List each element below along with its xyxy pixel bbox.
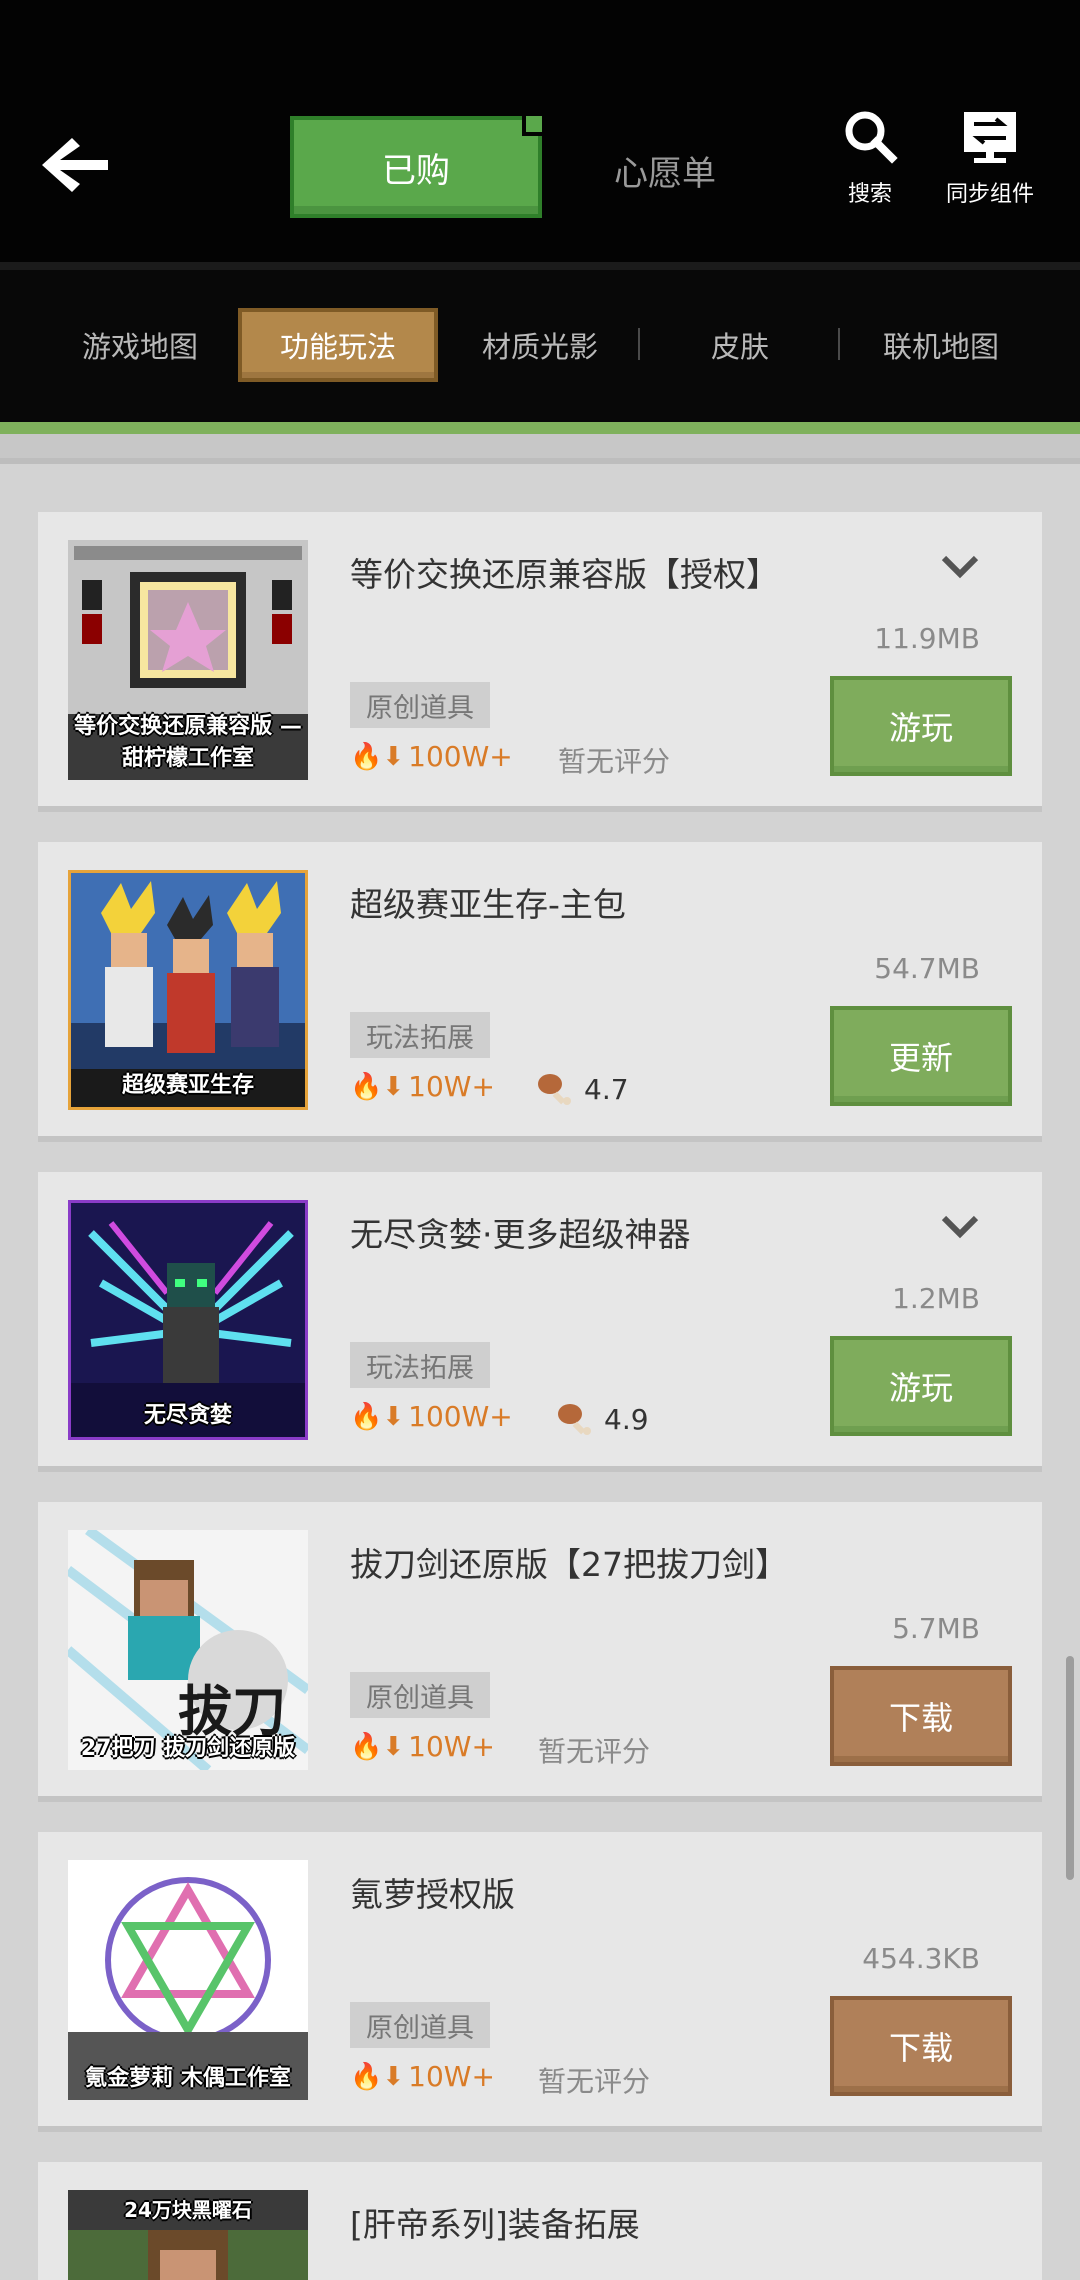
download-button[interactable]: 下载 [830,1996,1012,2096]
top-bar: 已购 心愿单 搜索 同步组件 [0,0,1080,262]
item-tag: 原创道具 [350,682,490,728]
item-thumbnail: 氪金萝莉 木偶工作室 [68,1860,308,2100]
rating-score: 4.7 [584,1072,629,1106]
tab-wishlist[interactable]: 心愿单 [580,140,750,200]
thumbnail-caption: 等价交换还原兼容版 —甜柠檬工作室 [74,714,302,771]
category-tab-multiplayer-maps[interactable]: 联机地图 [850,308,1032,382]
item-title: 等价交换还原兼容版【授权】 [350,555,779,594]
item-thumbnail: 24万块黑曜石 [68,2190,308,2280]
item-title: [肝帝系列]装备拓展 [350,2205,640,2244]
sync-label: 同步组件 [945,182,1034,207]
drumstick-icon [538,1074,571,1105]
sync-components-button[interactable]: 同步组件 [934,108,1046,208]
category-tab-gameplay[interactable]: 功能玩法 [238,308,438,382]
item-rating: 暂无评分 [538,2065,651,2098]
item-tag: 原创道具 [350,1672,490,1718]
back-arrow-icon[interactable] [36,130,114,200]
list-item[interactable]: 拔刀 27把刀 拔刀剑还原版 拔刀剑还原版【27把拔刀剑】 5.7MB 原创道具… [38,1502,1042,1802]
header-shadow-strip [0,434,1080,464]
item-size: 11.9MB [874,622,980,655]
item-tag: 原创道具 [350,2002,490,2048]
scrollbar[interactable] [1066,1656,1074,1880]
list-item[interactable]: 无尽贪婪 无尽贪婪·更多超级神器 1.2MB 玩法拓展 🔥⬇ 100W+ 4.9… [38,1172,1042,1472]
chevron-down-icon[interactable] [938,544,982,588]
drumstick-icon [558,1404,591,1435]
search-icon [845,111,898,164]
fire-download-icon: 🔥⬇ [350,1071,405,1102]
category-tab-game-maps[interactable]: 游戏地图 [50,308,230,382]
thumbnail-caption: 27把刀 拔刀剑还原版 [80,1736,296,1761]
list-item[interactable]: 24万块黑曜石 [肝帝系列]装备拓展 [38,2162,1042,2280]
header-green-strip [0,422,1080,434]
download-button[interactable]: 下载 [830,1666,1012,1766]
download-count-value: 10W+ [408,1070,495,1103]
item-thumbnail: 等价交换还原兼容版 —甜柠檬工作室 [68,540,308,780]
thumbnail-caption: 超级赛亚生存 [121,1073,254,1098]
item-title: 无尽贪婪·更多超级神器 [350,1215,691,1254]
item-title: 氪萝授权版 [350,1875,515,1914]
category-tab-textures[interactable]: 材质光影 [448,308,632,382]
download-count-value: 100W+ [408,740,513,773]
list-item[interactable]: 超级赛亚生存 超级赛亚生存-主包 54.7MB 玩法拓展 🔥⬇ 10W+ 4.7… [38,842,1042,1142]
thumbnail-caption: 氪金萝莉 木偶工作室 [85,2066,291,2091]
category-divider [838,328,840,360]
search-label: 搜索 [847,182,892,207]
sync-icon [964,112,1016,163]
chevron-down-icon[interactable] [938,1204,982,1248]
update-button[interactable]: 更新 [830,1006,1012,1106]
tab-corner-decoration [522,112,546,136]
download-count: 🔥⬇ 10W+ [350,1730,495,1763]
thumbnail-caption: 无尽贪婪 [143,1403,232,1428]
item-size: 5.7MB [892,1612,980,1645]
item-title: 拔刀剑还原版【27把拔刀剑】 [350,1545,788,1584]
category-tab-skins[interactable]: 皮肤 [650,308,830,382]
item-thumbnail: 超级赛亚生存 [68,870,308,1110]
thumbnail-caption: 24万块黑曜石 [124,2198,252,2222]
item-size: 454.3KB [862,1942,980,1975]
fire-download-icon: 🔥⬇ [350,1731,405,1762]
rating-score: 4.9 [604,1402,649,1436]
item-thumbnail: 拔刀 27把刀 拔刀剑还原版 [68,1530,308,1770]
fire-download-icon: 🔥⬇ [350,2061,405,2092]
download-count: 🔥⬇ 100W+ [350,740,513,773]
item-size: 1.2MB [892,1282,980,1315]
download-count: 🔥⬇ 10W+ [350,2060,495,2093]
fire-download-icon: 🔥⬇ [350,741,405,772]
list-item[interactable]: 等价交换还原兼容版 —甜柠檬工作室 等价交换还原兼容版【授权】 11.9MB 原… [38,512,1042,812]
item-title: 超级赛亚生存-主包 [350,885,626,924]
item-size: 54.7MB [874,952,980,985]
item-rating: 暂无评分 [538,1735,651,1768]
play-button[interactable]: 游玩 [830,676,1012,776]
item-rating: 4.7 [536,1070,629,1108]
item-rating: 4.9 [556,1400,649,1438]
item-rating: 暂无评分 [558,745,671,778]
category-bar: 游戏地图 功能玩法 材质光影 皮肤 联机地图 [0,262,1080,422]
fire-download-icon: 🔥⬇ [350,1401,405,1432]
download-count-value: 10W+ [408,1730,495,1763]
list-item[interactable]: 氪金萝莉 木偶工作室 氪萝授权版 454.3KB 原创道具 🔥⬇ 10W+ 暂无… [38,1832,1042,2132]
download-count: 🔥⬇ 10W+ [350,1070,495,1103]
search-button[interactable]: 搜索 [822,108,918,208]
play-button[interactable]: 游玩 [830,1336,1012,1436]
item-thumbnail: 无尽贪婪 [68,1200,308,1440]
item-tag: 玩法拓展 [350,1342,490,1388]
download-count-value: 100W+ [408,1400,513,1433]
category-divider [638,328,640,360]
item-tag: 玩法拓展 [350,1012,490,1058]
download-count: 🔥⬇ 100W+ [350,1400,513,1433]
tab-purchased[interactable]: 已购 [290,116,542,218]
download-count-value: 10W+ [408,2060,495,2093]
